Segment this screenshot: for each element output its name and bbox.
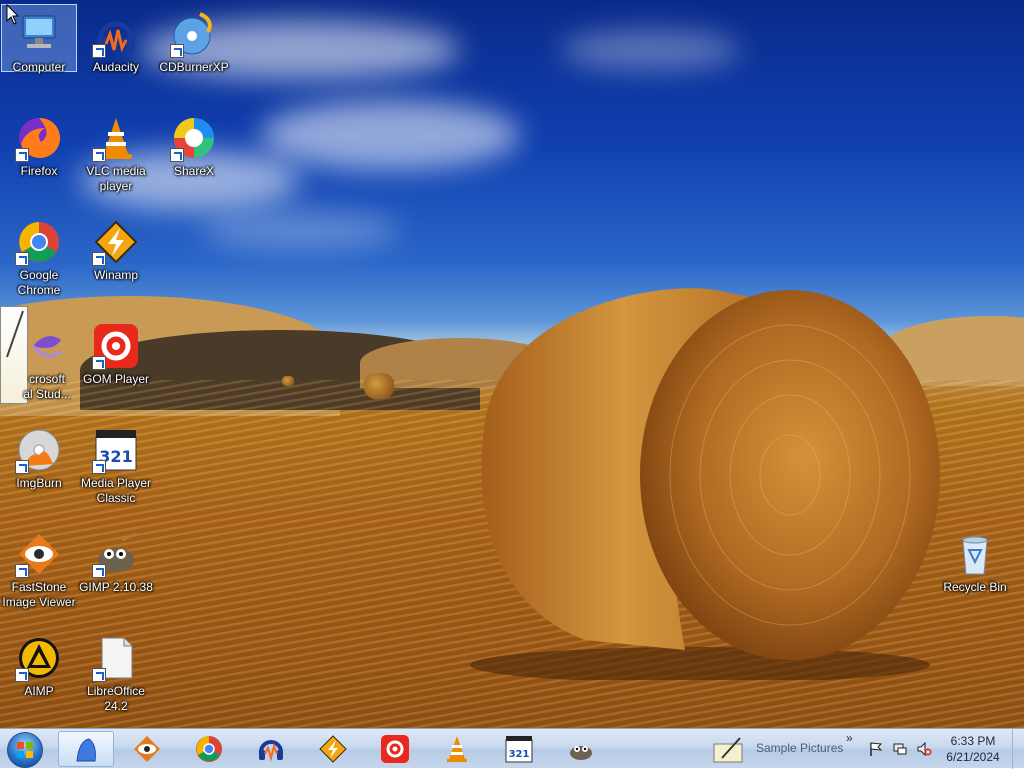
sticky-notes-icon <box>713 737 743 763</box>
network-icon[interactable] <box>892 741 908 757</box>
audacity-icon <box>259 740 283 762</box>
gimp-icon <box>570 746 592 760</box>
faststone-icon <box>15 530 63 578</box>
icon-label: ShareX <box>173 164 215 178</box>
volume-muted-icon[interactable] <box>916 741 932 757</box>
gom-player-icon <box>92 322 140 370</box>
cdburnerxp-icon <box>170 10 218 58</box>
shortcut-arrow-icon <box>92 252 106 266</box>
desktop-icon-gom-player[interactable]: GOM Player <box>78 316 154 387</box>
icon-label: ImgBurn <box>16 476 62 490</box>
clock-date: 6/21/2024 <box>946 750 1000 764</box>
icon-label: Winamp <box>93 268 138 282</box>
icon-label: CDBurnerXP <box>159 60 229 74</box>
desktop-icon-vlc[interactable]: VLC media player <box>78 108 154 194</box>
explorer-icon <box>76 738 96 762</box>
windows-logo-icon <box>7 732 43 768</box>
media-player-classic-icon: 321 <box>505 736 533 763</box>
chrome-icon <box>196 736 222 762</box>
system-clock[interactable]: 6:33 PM 6/21/2024 <box>938 733 1008 765</box>
shortcut-arrow-icon <box>15 252 29 266</box>
audacity-icon <box>92 10 140 58</box>
icon-label: Google Chrome <box>17 268 61 297</box>
clock-time: 6:33 PM <box>950 734 996 748</box>
taskbar: 321 Sample Pictures » 6:33 PM 6/21/2024 <box>0 728 1024 769</box>
gimp-icon <box>92 530 140 578</box>
shortcut-arrow-icon <box>92 44 106 58</box>
icon-label: Recycle Bin <box>943 580 1007 594</box>
imgburn-icon <box>15 426 63 474</box>
hay-bale <box>470 288 940 680</box>
taskbar-chrome[interactable] <box>182 731 238 767</box>
icon-label: Firefox <box>20 164 58 178</box>
vlc-icon <box>447 736 467 762</box>
recycle-bin-icon <box>951 530 999 578</box>
icon-label: Computer <box>12 60 66 74</box>
desktop-icon-aimp[interactable]: AIMP <box>1 628 77 699</box>
icon-label: LibreOffice 24.2 <box>87 684 145 713</box>
desktop-icon-cdburnerxp[interactable]: CDBurnerXP <box>156 4 232 75</box>
computer-icon <box>15 10 63 58</box>
taskbar-media-player-classic[interactable]: 321 <box>492 731 548 767</box>
icon-label: AIMP <box>24 684 54 698</box>
shortcut-arrow-icon <box>170 44 184 58</box>
desktop-icon-gimp[interactable]: GIMP 2.10.38 <box>78 524 154 595</box>
taskbar-winamp[interactable] <box>306 731 362 767</box>
sharex-icon <box>170 114 218 162</box>
desktop-icon-libreoffice[interactable]: LibreOffice 24.2 <box>78 628 154 714</box>
libreoffice-icon <box>92 634 140 682</box>
shortcut-arrow-icon <box>15 460 29 474</box>
gom-player-icon <box>381 735 409 763</box>
firefox-icon <box>15 114 63 162</box>
svg-text:321: 321 <box>509 749 530 760</box>
action-center-flag-icon[interactable] <box>868 741 884 757</box>
desktop-icon-media-player-classic[interactable]: 321 Media Player Classic <box>78 420 154 506</box>
desktop-icon-recycle-bin[interactable]: Recycle Bin <box>937 524 1013 595</box>
vlc-icon <box>92 114 140 162</box>
tray-overflow-chevron[interactable]: » <box>846 731 853 745</box>
chrome-icon <box>15 218 63 266</box>
icon-label: Media Player Classic <box>80 476 152 505</box>
desktop-icon-winamp[interactable]: Winamp <box>78 212 154 283</box>
taskbar-gom-player[interactable] <box>368 731 424 767</box>
icon-label: crosoft al Stud... <box>23 372 71 401</box>
shortcut-arrow-icon <box>92 564 106 578</box>
icon-label: VLC media player <box>86 164 146 193</box>
desktop-icon-audacity[interactable]: Audacity <box>78 4 154 75</box>
taskbar-gimp[interactable] <box>554 731 610 767</box>
taskbar-explorer[interactable] <box>58 731 114 767</box>
desktop-icon-visual-studio[interactable]: crosoft al Stud... <box>9 316 85 402</box>
show-desktop-button[interactable] <box>1012 729 1024 769</box>
winamp-icon <box>92 218 140 266</box>
faststone-icon <box>134 736 160 762</box>
shortcut-arrow-icon <box>92 356 106 370</box>
shortcut-arrow-icon <box>15 148 29 162</box>
desktop-icon-firefox[interactable]: Firefox <box>1 108 77 179</box>
shortcut-arrow-icon <box>92 668 106 682</box>
desktop-icon-google-chrome[interactable]: Google Chrome <box>1 212 77 298</box>
start-button[interactable] <box>4 731 44 768</box>
tray-sticky-notes[interactable] <box>710 731 750 767</box>
shortcut-arrow-icon <box>92 148 106 162</box>
tray-label[interactable]: Sample Pictures <box>756 741 843 755</box>
aimp-icon <box>15 634 63 682</box>
icon-label: FastStone Image Viewer <box>2 580 76 609</box>
taskbar-vlc[interactable] <box>430 731 486 767</box>
icon-label: GOM Player <box>82 372 149 386</box>
shortcut-arrow-icon <box>15 564 29 578</box>
winamp-icon <box>319 735 347 763</box>
mouse-cursor-icon <box>6 4 20 25</box>
icon-label: GIMP 2.10.38 <box>79 580 153 594</box>
desktop-icon-faststone[interactable]: FastStone Image Viewer <box>1 524 77 610</box>
desktop-icon-imgburn[interactable]: ImgBurn <box>1 420 77 491</box>
taskbar-audacity[interactable] <box>244 731 300 767</box>
taskbar-faststone[interactable] <box>120 731 176 767</box>
icon-label: Audacity <box>92 60 140 74</box>
desktop-icon-sharex[interactable]: ShareX <box>156 108 232 179</box>
media-player-classic-icon: 321 <box>92 426 140 474</box>
visual-studio-icon <box>23 322 71 370</box>
shortcut-arrow-icon <box>15 668 29 682</box>
shortcut-arrow-icon <box>92 460 106 474</box>
shortcut-arrow-icon <box>170 148 184 162</box>
